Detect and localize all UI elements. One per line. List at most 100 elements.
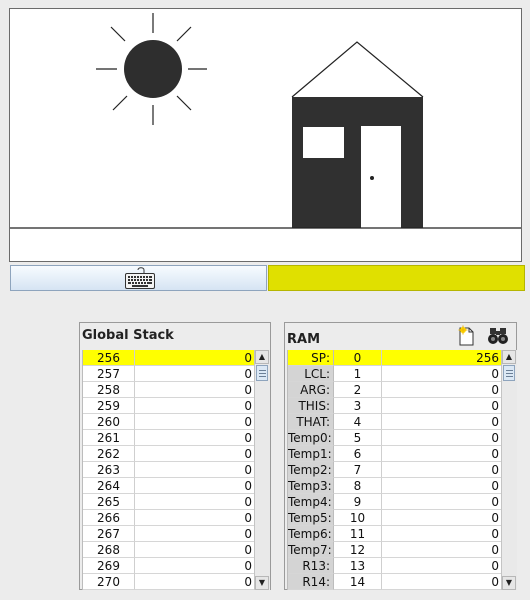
value-cell[interactable]: 0 — [135, 446, 255, 462]
table-row[interactable]: ARG: 2 0 — [288, 382, 502, 398]
table-row[interactable]: LCL: 1 0 — [288, 366, 502, 382]
table-row[interactable]: 263 0 — [83, 462, 255, 478]
address-cell: 264 — [83, 478, 135, 494]
value-cell[interactable]: 256 — [382, 350, 502, 366]
value-cell[interactable]: 0 — [382, 366, 502, 382]
value-cell[interactable]: 0 — [135, 366, 255, 382]
address-cell: 5 — [334, 430, 382, 446]
address-cell: 266 — [83, 510, 135, 526]
table-row[interactable]: 257 0 — [83, 366, 255, 382]
table-row[interactable]: 268 0 — [83, 542, 255, 558]
register-label: Temp4: — [288, 494, 334, 510]
value-cell[interactable]: 0 — [135, 526, 255, 542]
new-file-icon[interactable] — [455, 325, 477, 347]
keyboard-icon[interactable] — [124, 267, 156, 291]
table-row[interactable]: 260 0 — [83, 414, 255, 430]
table-row[interactable]: Temp0: 5 0 — [288, 430, 502, 446]
table-row[interactable]: Temp4: 9 0 — [288, 494, 502, 510]
value-cell[interactable]: 0 — [135, 542, 255, 558]
value-cell[interactable]: 0 — [135, 558, 255, 574]
scroll-thumb[interactable] — [503, 365, 515, 381]
table-row[interactable]: 256 0 — [83, 350, 255, 366]
keyboard-input-bar[interactable] — [10, 265, 267, 291]
binoculars-icon[interactable] — [487, 325, 509, 347]
address-cell: 14 — [334, 574, 382, 590]
address-cell: 256 — [83, 350, 135, 366]
ram-scrollbar[interactable]: ▲ ▼ — [501, 350, 517, 590]
table-row[interactable]: 258 0 — [83, 382, 255, 398]
value-cell[interactable]: 0 — [382, 494, 502, 510]
scroll-thumb[interactable] — [256, 365, 268, 381]
value-cell[interactable]: 0 — [135, 430, 255, 446]
value-cell[interactable]: 0 — [135, 398, 255, 414]
global-stack-table[interactable]: 256 0 257 0 258 0 259 0 260 0 261 0 262 0 263 0 264 0 265 0… — [82, 350, 255, 590]
value-cell[interactable]: 0 — [382, 510, 502, 526]
value-cell[interactable]: 0 — [135, 414, 255, 430]
table-row[interactable]: R13: 13 0 — [288, 558, 502, 574]
value-cell[interactable]: 0 — [382, 414, 502, 430]
value-cell[interactable]: 0 — [382, 382, 502, 398]
table-row[interactable]: SP: 0 256 — [288, 350, 502, 366]
table-row[interactable]: Temp7: 12 0 — [288, 542, 502, 558]
table-row[interactable]: Temp3: 8 0 — [288, 478, 502, 494]
table-row[interactable]: Temp2: 7 0 — [288, 462, 502, 478]
value-cell[interactable]: 0 — [382, 574, 502, 590]
table-row[interactable]: 262 0 — [83, 446, 255, 462]
ram-panel: RAM SP: 0 256 LCL: 1 0 ARG: 2 0 THIS: 3 0 THAT: 4 0 Tem… — [284, 322, 517, 590]
table-row[interactable]: 267 0 — [83, 526, 255, 542]
value-cell[interactable]: 0 — [135, 510, 255, 526]
scroll-up-button[interactable]: ▲ — [502, 350, 516, 364]
screen-drawing — [10, 13, 521, 229]
address-cell: 267 — [83, 526, 135, 542]
address-cell: 263 — [83, 462, 135, 478]
value-cell[interactable]: 0 — [135, 574, 255, 590]
table-row[interactable]: Temp1: 6 0 — [288, 446, 502, 462]
table-row[interactable]: THIS: 3 0 — [288, 398, 502, 414]
value-cell[interactable]: 0 — [382, 430, 502, 446]
value-cell[interactable]: 0 — [135, 494, 255, 510]
value-cell[interactable]: 0 — [382, 558, 502, 574]
scroll-down-button[interactable]: ▼ — [502, 576, 516, 590]
address-cell: 6 — [334, 446, 382, 462]
register-label: R13: — [288, 558, 334, 574]
table-row[interactable]: 266 0 — [83, 510, 255, 526]
register-label: THAT: — [288, 414, 334, 430]
value-cell[interactable]: 0 — [382, 478, 502, 494]
table-row[interactable]: THAT: 4 0 — [288, 414, 502, 430]
table-row[interactable]: 265 0 — [83, 494, 255, 510]
value-cell[interactable]: 0 — [382, 542, 502, 558]
address-cell: 3 — [334, 398, 382, 414]
value-cell[interactable]: 0 — [382, 526, 502, 542]
address-cell: 1 — [334, 366, 382, 382]
table-row[interactable]: Temp6: 11 0 — [288, 526, 502, 542]
table-row[interactable]: 269 0 — [83, 558, 255, 574]
address-cell: 13 — [334, 558, 382, 574]
value-cell[interactable]: 0 — [135, 382, 255, 398]
scroll-down-button[interactable]: ▼ — [255, 576, 269, 590]
value-cell[interactable]: 0 — [135, 350, 255, 366]
value-cell[interactable]: 0 — [382, 462, 502, 478]
table-row[interactable]: 261 0 — [83, 430, 255, 446]
address-cell: 9 — [334, 494, 382, 510]
table-row[interactable]: 270 0 — [83, 574, 255, 590]
ram-table[interactable]: SP: 0 256 LCL: 1 0 ARG: 2 0 THIS: 3 0 THAT: 4 0 Temp0: 5… — [287, 350, 502, 590]
table-row[interactable]: 259 0 — [83, 398, 255, 414]
value-cell[interactable]: 0 — [382, 398, 502, 414]
value-cell[interactable]: 0 — [135, 462, 255, 478]
register-label: THIS: — [288, 398, 334, 414]
address-cell: 11 — [334, 526, 382, 542]
scroll-up-button[interactable]: ▲ — [255, 350, 269, 364]
address-cell: 269 — [83, 558, 135, 574]
table-row[interactable]: 264 0 — [83, 478, 255, 494]
address-cell: 258 — [83, 382, 135, 398]
register-label: R14: — [288, 574, 334, 590]
value-cell[interactable]: 0 — [382, 446, 502, 462]
address-cell: 265 — [83, 494, 135, 510]
address-cell: 10 — [334, 510, 382, 526]
global-stack-scrollbar[interactable]: ▲ ▼ — [254, 350, 270, 590]
table-row[interactable]: R14: 14 0 — [288, 574, 502, 590]
address-cell: 270 — [83, 574, 135, 590]
table-row[interactable]: Temp5: 10 0 — [288, 510, 502, 526]
value-cell[interactable]: 0 — [135, 478, 255, 494]
register-label: Temp5: — [288, 510, 334, 526]
